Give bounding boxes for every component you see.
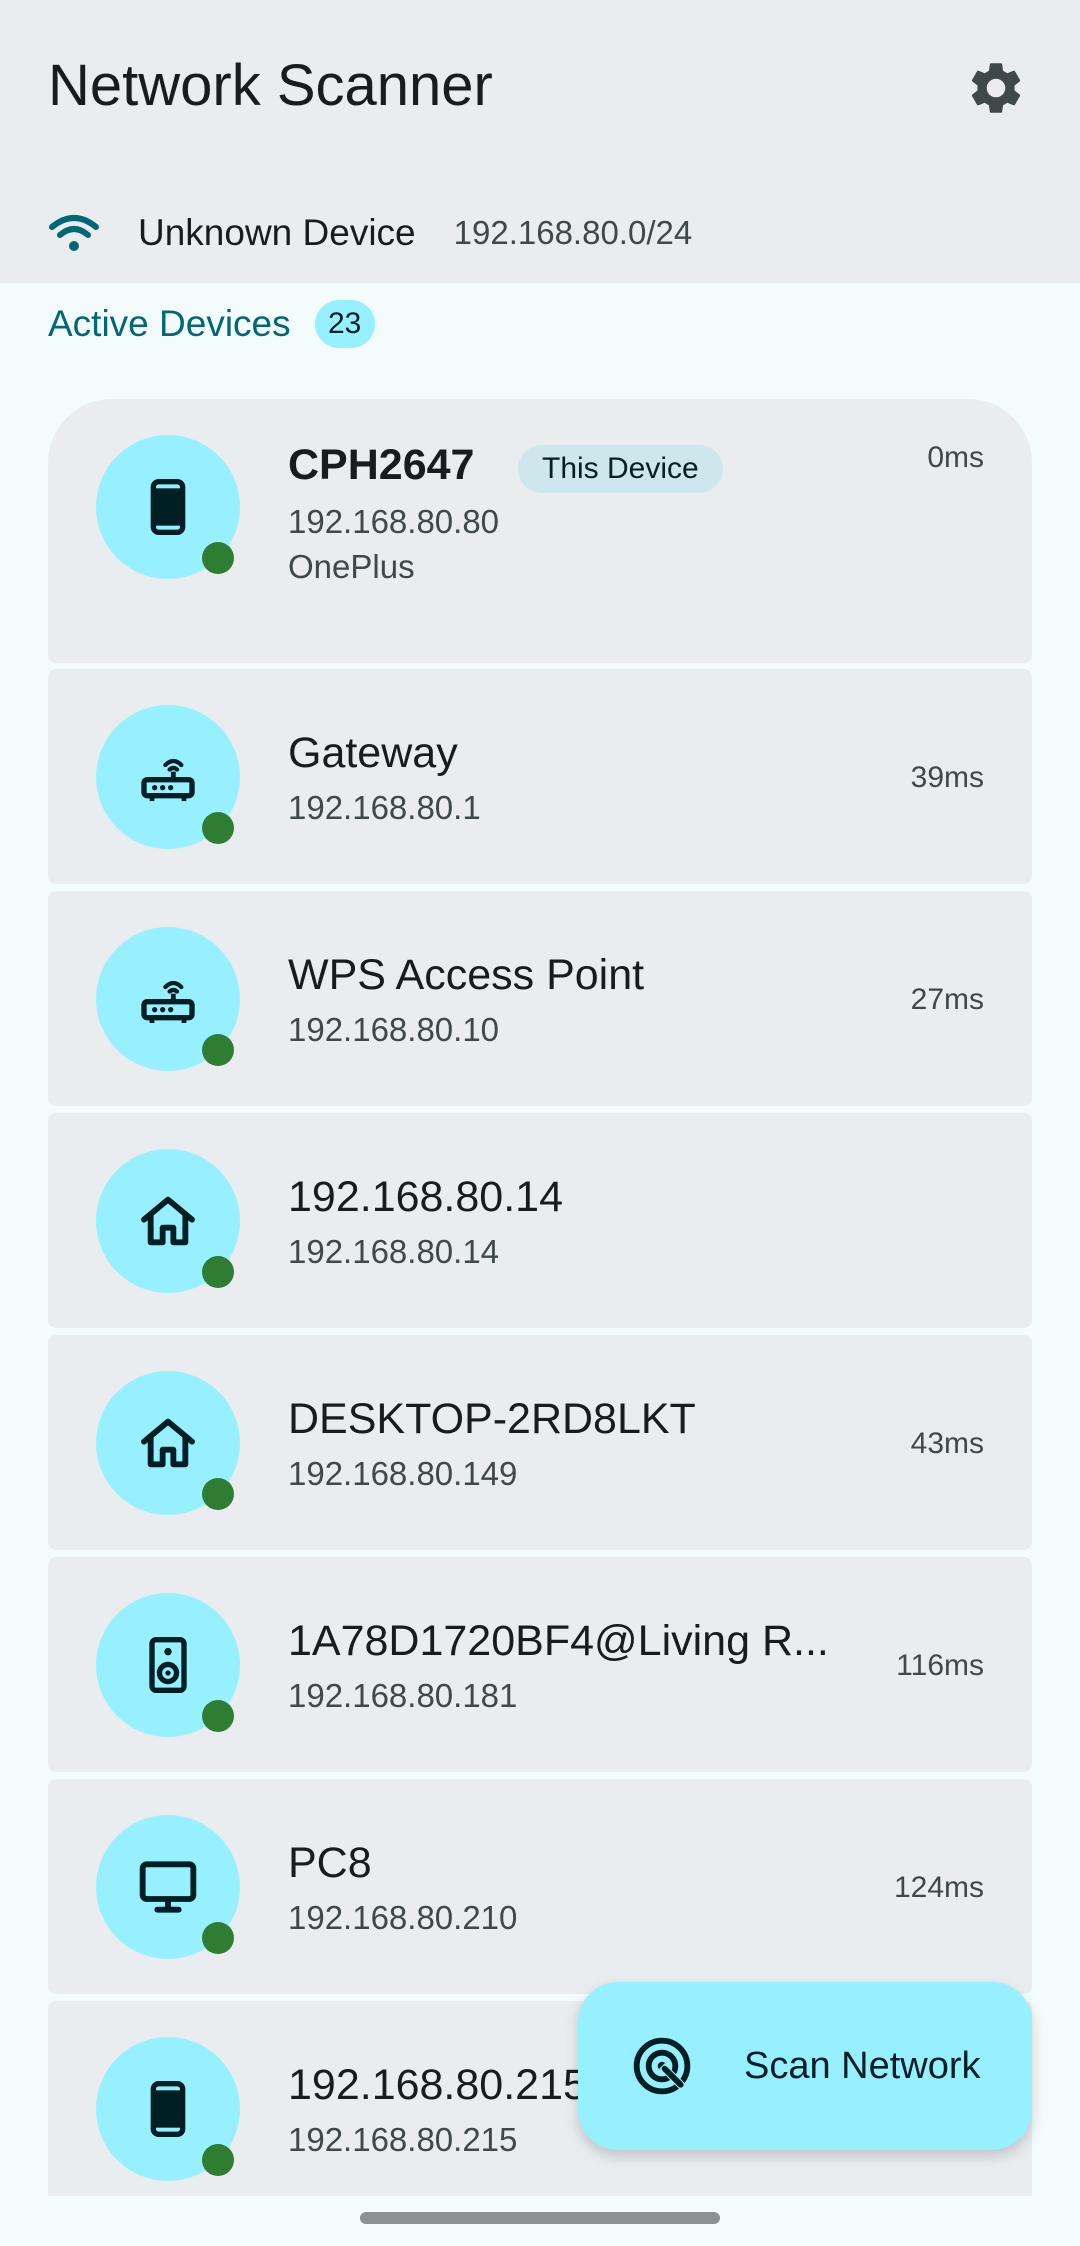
network-subnet: 192.168.80.0/24 [453, 214, 693, 251]
router-icon [141, 758, 195, 801]
online-status-dot [202, 1700, 234, 1732]
app-title: Network Scanner [48, 53, 493, 118]
radar-icon [633, 2037, 691, 2095]
device-name: 192.168.80.215 [288, 2061, 587, 2109]
device-latency: 27ms [910, 983, 984, 1016]
home-icon [141, 1196, 195, 1246]
online-status-dot [202, 1034, 234, 1066]
device-name: CPH2647 [288, 441, 475, 489]
router-icon [141, 980, 195, 1023]
device-card[interactable]: CPH2647 This Device 192.168.80.80 OnePlu… [48, 399, 1032, 663]
smartphone-icon [150, 2081, 186, 2137]
home-icon [141, 1418, 195, 1468]
section-header: Active Devices 23 [48, 296, 375, 352]
device-card[interactable]: Gateway 192.168.80.1 39ms [48, 669, 1032, 884]
device-card[interactable]: 192.168.80.14 192.168.80.14 [48, 1113, 1032, 1328]
device-count-badge: 23 [314, 300, 375, 348]
speaker-icon [149, 1637, 187, 1693]
top-app-bar: Network Scanner Unknown Device 192.168.8… [0, 0, 1080, 283]
device-name: Gateway [288, 729, 458, 777]
scan-network-label: Scan Network [744, 2044, 981, 2087]
device-latency: 39ms [910, 761, 984, 794]
network-info: Unknown Device 192.168.80.0/24 [48, 200, 692, 266]
scan-network-button[interactable]: Scan Network [578, 1982, 1032, 2150]
device-name: 1A78D1720BF4@Living R... [288, 1617, 829, 1665]
device-card[interactable]: PC8 192.168.80.210 124ms [48, 1779, 1032, 1994]
network-name: Unknown Device [138, 212, 416, 253]
gear-icon [971, 63, 1021, 113]
device-ip: 192.168.80.14 [288, 1233, 500, 1270]
device-latency: 124ms [893, 1871, 984, 1904]
device-ip: 192.168.80.149 [288, 1455, 518, 1492]
device-latency: 43ms [910, 1427, 984, 1460]
device-latency: 116ms [896, 1649, 984, 1682]
device-name: PC8 [288, 1839, 372, 1887]
device-ip: 192.168.80.181 [288, 1677, 518, 1714]
desktop-icon [139, 1861, 197, 1913]
device-ip: 192.168.80.10 [288, 1011, 500, 1048]
online-status-dot [202, 542, 234, 574]
device-card[interactable]: WPS Access Point 192.168.80.10 27ms [48, 891, 1032, 1106]
device-name: 192.168.80.14 [288, 1173, 563, 1221]
device-card[interactable]: DESKTOP-2RD8LKT 192.168.80.149 43ms [48, 1335, 1032, 1550]
online-status-dot [202, 1922, 234, 1954]
online-status-dot [202, 1256, 234, 1288]
wifi-icon [49, 215, 99, 251]
device-card[interactable]: 1A78D1720BF4@Living R... 192.168.80.181 … [48, 1557, 1032, 1772]
device-vendor: OnePlus [288, 548, 415, 585]
device-name: WPS Access Point [288, 951, 645, 999]
device-ip: 192.168.80.1 [288, 789, 481, 826]
device-ip: 192.168.80.80 [288, 503, 500, 540]
device-ip: 192.168.80.210 [288, 1899, 518, 1936]
this-device-badge: This Device [518, 445, 723, 493]
online-status-dot [202, 2144, 234, 2176]
device-latency: 0ms [927, 441, 984, 474]
section-title: Active Devices [48, 303, 291, 344]
settings-button[interactable] [960, 52, 1032, 124]
smartphone-icon [150, 479, 186, 535]
device-list[interactable]: CPH2647 This Device 192.168.80.80 OnePlu… [48, 399, 1032, 2196]
device-name: DESKTOP-2RD8LKT [288, 1395, 696, 1443]
online-status-dot [202, 812, 234, 844]
home-indicator[interactable] [360, 2212, 720, 2224]
device-ip: 192.168.80.215 [288, 2121, 518, 2158]
online-status-dot [202, 1478, 234, 1510]
